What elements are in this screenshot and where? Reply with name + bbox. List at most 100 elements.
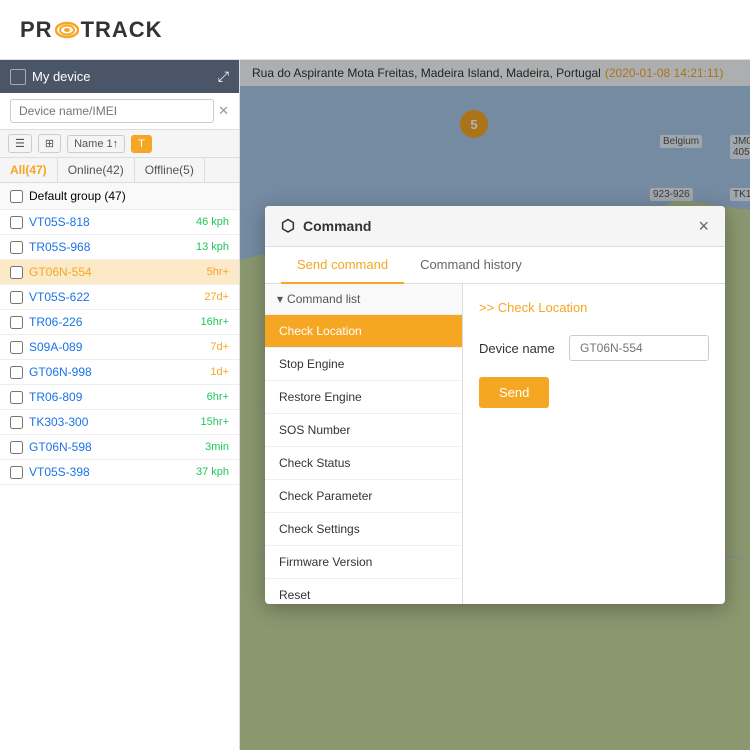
device-name: VT05S-398	[29, 465, 190, 479]
main-layout: My device ⤢ ✕ ☰ ⊞ Name 1↑ T All(47) Onli…	[0, 60, 750, 750]
device-checkbox[interactable]	[10, 341, 23, 354]
command-item-firmware-version[interactable]: Firmware Version	[265, 546, 462, 579]
list-item[interactable]: TR06-226 16hr+	[0, 310, 239, 335]
sidebar-title: My device	[32, 69, 91, 84]
logo-text-post: TRACK	[81, 17, 163, 43]
device-name: TK303-300	[29, 415, 195, 429]
filter-btn[interactable]: T	[131, 135, 152, 153]
command-list-header: ▾ Command list	[265, 284, 462, 315]
header: PR TRACK	[0, 0, 750, 60]
sidebar-header-left: My device	[10, 69, 91, 85]
device-checkbox[interactable]	[10, 241, 23, 254]
modal-body: ▾ Command list Check Location Stop Engin…	[265, 284, 725, 604]
device-name: TR06-226	[29, 315, 195, 329]
logo: PR TRACK	[20, 17, 163, 43]
device-checkbox[interactable]	[10, 441, 23, 454]
device-status: 7d+	[210, 341, 229, 353]
command-icon: ⬡	[281, 216, 295, 236]
modal-title: ⬡ Command	[281, 216, 371, 236]
device-name: VT05S-622	[29, 290, 198, 304]
device-checkbox[interactable]	[10, 316, 23, 329]
device-group: Default group (47)	[0, 183, 239, 210]
device-checkbox[interactable]	[10, 366, 23, 379]
device-status: 5hr+	[207, 266, 229, 278]
sidebar-expand-icon[interactable]: ⤢	[218, 68, 229, 85]
list-item[interactable]: GT06N-598 3min	[0, 435, 239, 460]
search-clear-icon[interactable]: ✕	[218, 103, 229, 119]
device-status: 46 kph	[196, 216, 229, 228]
sort-btn[interactable]: Name 1↑	[67, 135, 125, 153]
send-button[interactable]: Send	[479, 377, 549, 408]
command-modal: ⬡ Command × Send command Command history…	[265, 206, 725, 604]
command-item-check-status[interactable]: Check Status	[265, 447, 462, 480]
list-item[interactable]: TK303-300 15hr+	[0, 410, 239, 435]
list-item[interactable]: VT05S-622 27d+	[0, 285, 239, 310]
monitor-icon	[10, 69, 26, 85]
sidebar-search: ✕	[0, 93, 239, 130]
modal-title-text: Command	[303, 218, 371, 234]
modal-close-button[interactable]: ×	[698, 217, 709, 235]
device-name: GT06N-598	[29, 440, 199, 454]
command-item-reset[interactable]: Reset	[265, 579, 462, 604]
logo-signal-icon	[55, 18, 79, 42]
device-name: TR06-809	[29, 390, 201, 404]
tab-online[interactable]: Online(42)	[58, 158, 135, 182]
grid-icon-btn[interactable]: ⊞	[38, 134, 61, 153]
device-status: 1d+	[210, 366, 229, 378]
command-list-title: Command list	[287, 292, 360, 306]
collapse-icon: ▾	[277, 292, 283, 306]
device-status: 27d+	[204, 291, 229, 303]
tab-command-history[interactable]: Command history	[404, 247, 538, 284]
check-location-link[interactable]: >> Check Location	[479, 300, 709, 315]
device-checkbox[interactable]	[10, 216, 23, 229]
command-item-stop-engine[interactable]: Stop Engine	[265, 348, 462, 381]
command-item-restore-engine[interactable]: Restore Engine	[265, 381, 462, 414]
command-right-panel: >> Check Location Device name Send	[463, 284, 725, 604]
device-tabs: All(47) Online(42) Offline(5)	[0, 158, 239, 183]
sidebar-toolbar: ☰ ⊞ Name 1↑ T	[0, 130, 239, 158]
command-item-check-location[interactable]: Check Location	[265, 315, 462, 348]
map-area: Rua do Aspirante Mota Freitas, Madeira I…	[240, 60, 750, 750]
device-checkbox[interactable]	[10, 266, 23, 279]
group-checkbox[interactable]	[10, 190, 23, 203]
device-name: S09A-089	[29, 340, 204, 354]
device-name: VT05S-818	[29, 215, 190, 229]
command-item-check-settings[interactable]: Check Settings	[265, 513, 462, 546]
modal-tabs: Send command Command history	[265, 247, 725, 284]
modal-header: ⬡ Command ×	[265, 206, 725, 247]
command-item-check-parameter[interactable]: Check Parameter	[265, 480, 462, 513]
tab-offline[interactable]: Offline(5)	[135, 158, 205, 182]
sidebar: My device ⤢ ✕ ☰ ⊞ Name 1↑ T All(47) Onli…	[0, 60, 240, 750]
device-status: 6hr+	[207, 391, 229, 403]
list-item[interactable]: VT05S-818 46 kph	[0, 210, 239, 235]
tab-all[interactable]: All(47)	[0, 158, 58, 182]
device-list: Default group (47) VT05S-818 46 kph TR05…	[0, 183, 239, 750]
device-status: 13 kph	[196, 241, 229, 253]
device-name-label: Device name	[479, 341, 559, 356]
device-name: GT06N-998	[29, 365, 204, 379]
logo-text-pre: PR	[20, 17, 53, 43]
device-name-field[interactable]	[569, 335, 709, 361]
device-name-row: Device name	[479, 335, 709, 361]
device-checkbox[interactable]	[10, 391, 23, 404]
command-item-sos-number[interactable]: SOS Number	[265, 414, 462, 447]
modal-overlay: ⬡ Command × Send command Command history…	[240, 60, 750, 750]
list-item[interactable]: GT06N-998 1d+	[0, 360, 239, 385]
command-list-panel: ▾ Command list Check Location Stop Engin…	[265, 284, 463, 604]
device-checkbox[interactable]	[10, 416, 23, 429]
list-item[interactable]: S09A-089 7d+	[0, 335, 239, 360]
search-input[interactable]	[10, 99, 214, 123]
device-status: 16hr+	[201, 316, 229, 328]
device-name: GT06N-554	[29, 265, 201, 279]
list-item[interactable]: VT05S-398 37 kph	[0, 460, 239, 485]
device-checkbox[interactable]	[10, 466, 23, 479]
tab-send-command[interactable]: Send command	[281, 247, 404, 284]
list-icon-btn[interactable]: ☰	[8, 134, 32, 153]
device-checkbox[interactable]	[10, 291, 23, 304]
list-item[interactable]: GT06N-554 5hr+	[0, 260, 239, 285]
device-status: 3min	[205, 441, 229, 453]
list-item[interactable]: TR06-809 6hr+	[0, 385, 239, 410]
device-status: 37 kph	[196, 466, 229, 478]
list-item[interactable]: TR05S-968 13 kph	[0, 235, 239, 260]
device-status: 15hr+	[201, 416, 229, 428]
